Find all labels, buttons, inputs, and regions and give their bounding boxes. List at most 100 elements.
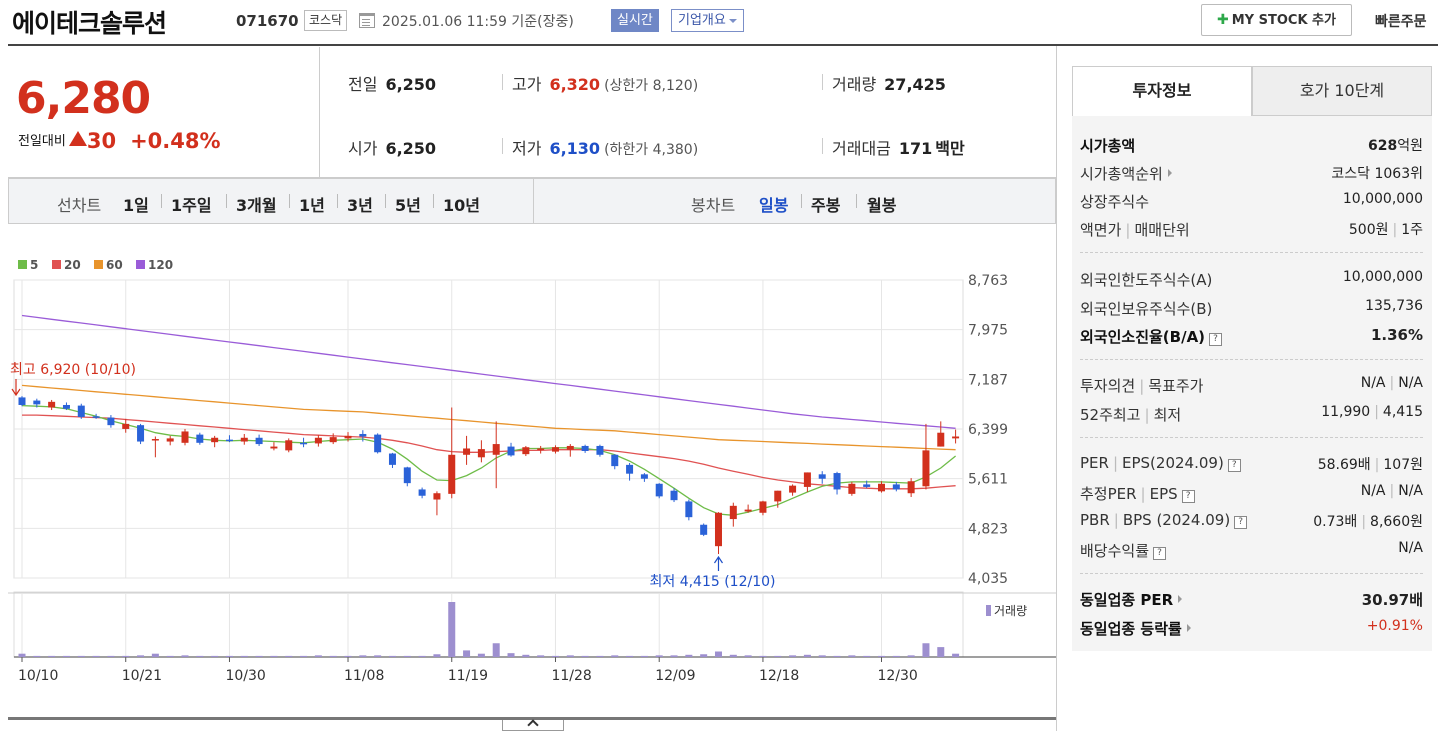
arrow-right-icon [1167,169,1172,177]
candle-chart-label[interactable]: 봉차트 [691,192,735,216]
opinion-text: N/A [1360,375,1386,391]
help-icon[interactable]: ? [1209,333,1223,346]
volume-bar [151,653,159,657]
volume-bar [833,655,841,657]
volume-bar [789,655,797,657]
candle-daily[interactable]: 일봉 [759,192,788,216]
low-stat: 저가 6,130 (하한가 4,380) [512,135,698,159]
nav-separator [337,194,338,208]
market-cap-label: 시가총액 [1080,137,1136,155]
volume-bar [655,655,663,657]
foreign-hold-label: 외국인보유주식수(B) [1080,300,1213,318]
candle-body [877,483,885,492]
candle-body [522,447,530,455]
candle-body [285,440,293,451]
change-percent: +0.48% [130,129,221,153]
nav-separator [801,194,802,208]
y-tick-label: 5,611 [968,472,1008,488]
candle-weekly[interactable]: 주봉 [811,192,840,216]
cap-rank-label[interactable]: 시가총액순위 [1080,163,1172,184]
candle-body [329,437,337,443]
week52-value: 11,990 | 4,415 [1321,404,1423,420]
candle-monthly[interactable]: 월봉 [867,192,896,216]
week52-low-value: 4,415 [1382,404,1423,420]
est-per-label-text: 추정PER [1080,485,1137,503]
period-10y[interactable]: 10년 [443,192,480,216]
market-cap-number: 628 [1368,138,1398,154]
nav-separator [289,194,290,208]
per-label-text: PER [1080,454,1109,472]
candle-body [581,445,589,451]
period-1y[interactable]: 1년 [299,192,325,216]
shares-value: 10,000,000 [1342,191,1423,207]
current-price: 6,280 [16,73,151,124]
volume-bar [818,655,826,657]
candle-body [640,474,648,479]
candle-body [196,434,204,443]
company-overview-dropdown[interactable]: 기업개요 [671,9,744,32]
realtime-button[interactable]: 실시간 [611,9,659,32]
candle-body [225,439,233,442]
opinion-row: 투자의견 | 목표주가 N/A | N/A [1080,372,1423,400]
open-value: 6,250 [385,139,437,158]
tab-investment-info[interactable]: 투자정보 [1072,66,1252,116]
candle-body [62,404,70,409]
candle-body [77,405,85,417]
candle-body [107,417,115,426]
help-icon[interactable]: ? [1153,547,1167,560]
quick-order-link[interactable]: 빠른주문 [1375,11,1427,31]
collapse-chart-button[interactable] [502,719,564,731]
volume-bar [937,647,945,657]
foreign-rate-value: 1.36% [1370,326,1423,344]
dividend-label: 배당수익률? [1080,540,1167,561]
plus-icon: ✚ [1217,12,1229,28]
header-divider [8,44,1438,46]
y-tick-label: 7,187 [968,372,1008,388]
x-tick-label: 12/09 [655,668,695,684]
volume-bar [581,655,589,657]
candle-body [922,450,930,487]
line-chart-label[interactable]: 선차트 [57,192,101,216]
bps-label-text: BPS (2024.09) [1122,511,1231,529]
volume-bar [596,655,604,657]
volume-bar [626,655,634,657]
trade-unit-text: 1주 [1401,222,1423,238]
volume-bar [344,655,352,657]
volume-legend-label: 거래량 [994,604,1027,618]
help-icon[interactable]: ? [1234,516,1248,529]
volume-bar [744,655,752,657]
tab-hoga-10[interactable]: 호가 10단계 [1252,66,1432,116]
ma120-line [21,314,956,429]
face-value-value: 500원 | 1주 [1348,222,1423,238]
candle-body [507,446,515,456]
add-mystock-button[interactable]: ✚ MY STOCK 추가 [1201,4,1352,36]
sector-per-label[interactable]: 동일업종 PER [1080,589,1183,610]
volume-bar [374,655,382,657]
period-1d[interactable]: 1일 [123,192,149,216]
candlestick-chart[interactable]: 8,763 7,975 7,187 6,399 5,611 4,823 4,035 10/10… [8,224,1056,718]
volume-stat: 거래량 27,425 [832,71,946,95]
volume-bar [522,654,530,657]
period-3m[interactable]: 3개월 [236,192,277,216]
volume-bar [848,655,856,657]
volume-bar [463,650,471,657]
candle-body [863,484,871,487]
volume-bar [211,655,219,657]
legend-swatch [52,260,61,269]
candle-body [477,449,485,458]
period-5y[interactable]: 5년 [395,192,421,216]
investment-info-panel: 투자정보 호가 10단계 시가총액 628억원 시가총액순위 코스닥 1063위… [1072,66,1432,651]
week52-high-value: 11,990 [1321,404,1371,420]
period-1w[interactable]: 1주일 [171,192,212,216]
help-icon[interactable]: ? [1181,490,1195,503]
candle-body [463,448,471,455]
arrow-right-icon [1186,624,1191,632]
high-stat: 고가 6,320 (상한가 8,120) [512,71,698,95]
period-3y[interactable]: 3년 [347,192,373,216]
foreign-hold-row: 외국인보유주식수(B) 135,736 [1080,295,1423,323]
candle-body [774,490,782,502]
foreign-hold-value: 135,736 [1365,298,1423,314]
sector-rate-label[interactable]: 동일업종 등락률 [1080,618,1191,639]
help-icon[interactable]: ? [1227,459,1241,472]
volume-bar [166,655,174,657]
